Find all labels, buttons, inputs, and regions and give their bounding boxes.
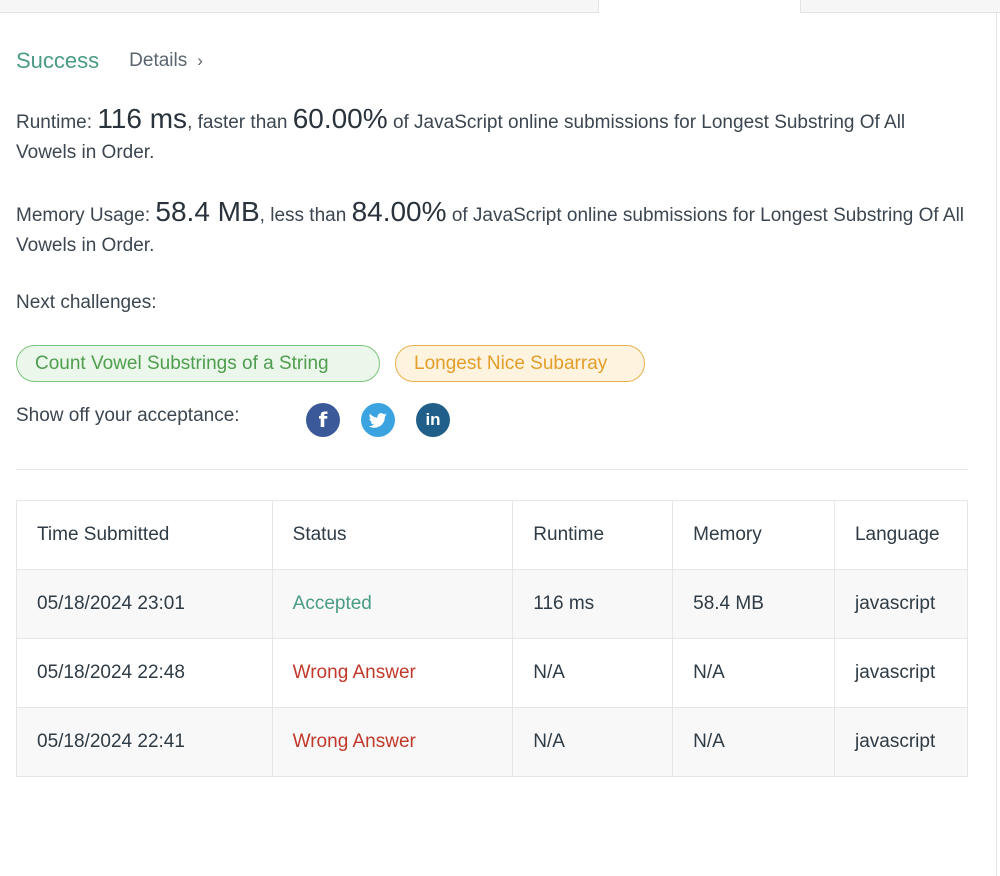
twitter-icon[interactable] bbox=[361, 403, 395, 437]
challenge-chip-longest-nice-subarray[interactable]: Longest Nice Subarray bbox=[395, 345, 645, 382]
cell-time: 05/18/2024 22:41 bbox=[16, 707, 273, 777]
cell-runtime: N/A bbox=[512, 707, 674, 777]
table-row[interactable]: 05/18/2024 22:41 Wrong Answer N/A N/A ja… bbox=[16, 707, 969, 777]
cell-runtime: 116 ms bbox=[512, 569, 674, 639]
cell-memory: N/A bbox=[672, 638, 835, 708]
column-header-runtime[interactable]: Runtime bbox=[512, 500, 674, 570]
runtime-label: Runtime: bbox=[16, 112, 93, 133]
column-header-memory[interactable]: Memory bbox=[672, 500, 835, 570]
section-divider bbox=[16, 469, 968, 470]
cell-status[interactable]: Accepted bbox=[271, 569, 514, 639]
memory-label: Memory Usage: bbox=[16, 205, 151, 226]
next-challenges-label: Next challenges: bbox=[16, 292, 157, 313]
cell-status[interactable]: Wrong Answer bbox=[271, 707, 514, 777]
cell-status[interactable]: Wrong Answer bbox=[271, 638, 514, 708]
tab-strip bbox=[0, 0, 1000, 13]
runtime-compare: , faster than bbox=[187, 112, 288, 133]
cell-language: javascript bbox=[833, 707, 969, 777]
memory-compare: , less than bbox=[259, 205, 347, 226]
cell-runtime: N/A bbox=[512, 638, 674, 708]
column-header-language[interactable]: Language bbox=[833, 500, 969, 570]
result-status: Success bbox=[16, 48, 100, 73]
cell-time: 05/18/2024 22:48 bbox=[16, 638, 273, 708]
challenge-chip-count-vowel-substrings[interactable]: Count Vowel Substrings of a String bbox=[16, 345, 380, 382]
runtime-percent: 60.00% bbox=[292, 103, 388, 134]
details-link[interactable]: Details › bbox=[129, 50, 203, 72]
details-label: Details bbox=[129, 50, 188, 71]
table-header-row: Time Submitted Status Runtime Memory Lan… bbox=[16, 500, 969, 570]
facebook-icon[interactable]: f bbox=[306, 403, 340, 437]
runtime-value: 116 ms bbox=[97, 103, 188, 134]
cell-language: javascript bbox=[833, 569, 969, 639]
memory-value: 58.4 MB bbox=[155, 196, 260, 227]
linkedin-icon[interactable]: in bbox=[416, 403, 450, 437]
chevron-right-icon: › bbox=[197, 51, 203, 70]
runtime-summary: Runtime: 116 ms, faster than 60.00% of J… bbox=[16, 104, 966, 168]
table-row[interactable]: 05/18/2024 22:48 Wrong Answer N/A N/A ja… bbox=[16, 638, 969, 708]
cell-time: 05/18/2024 23:01 bbox=[16, 569, 273, 639]
cell-memory: 58.4 MB bbox=[672, 569, 835, 639]
memory-summary: Memory Usage: 58.4 MB, less than 84.00% … bbox=[16, 197, 966, 261]
submissions-table: Time Submitted Status Runtime Memory Lan… bbox=[16, 500, 969, 777]
tab-submissions[interactable] bbox=[599, 0, 800, 13]
result-header: Success Details › bbox=[16, 46, 203, 76]
column-header-time[interactable]: Time Submitted bbox=[16, 500, 273, 570]
cell-memory: N/A bbox=[672, 707, 835, 777]
tab-discuss[interactable] bbox=[800, 0, 1000, 13]
share-label: Show off your acceptance: bbox=[16, 405, 240, 426]
tab-description[interactable] bbox=[0, 0, 599, 13]
column-header-status[interactable]: Status bbox=[271, 500, 514, 570]
table-row[interactable]: 05/18/2024 23:01 Accepted 116 ms 58.4 MB… bbox=[16, 569, 969, 639]
panel-border bbox=[996, 12, 997, 876]
cell-language: javascript bbox=[833, 638, 969, 708]
memory-percent: 84.00% bbox=[351, 196, 447, 227]
